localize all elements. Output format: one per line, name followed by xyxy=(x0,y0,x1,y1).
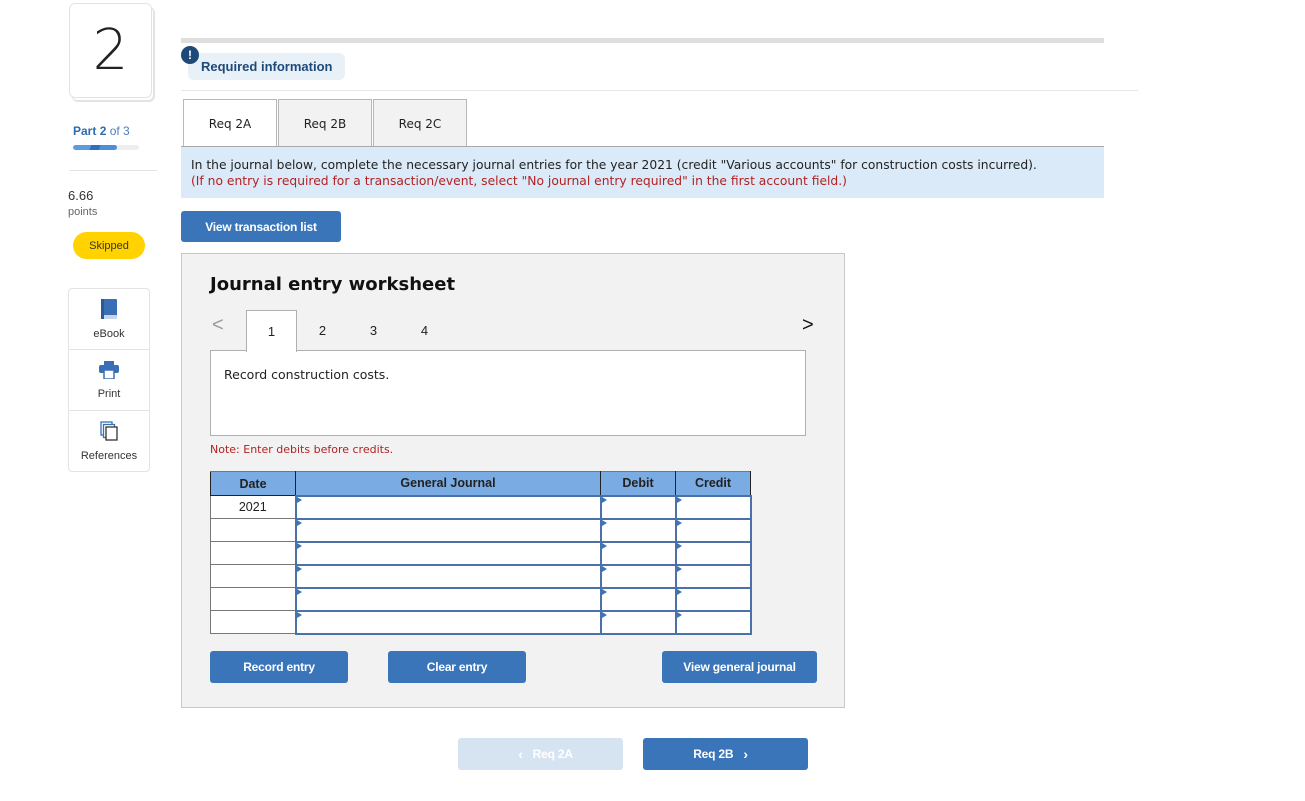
ebook-label: eBook xyxy=(93,327,125,340)
account-input[interactable] xyxy=(294,494,602,520)
print-label: Print xyxy=(97,387,121,400)
debits-note: Note: Enter debits before credits. xyxy=(210,443,394,456)
header-general-journal: General Journal xyxy=(295,471,601,496)
journal-table-header: Date General Journal Debit Credit xyxy=(210,471,751,496)
table-row: 2021 xyxy=(210,494,752,520)
part-prefix: Part xyxy=(73,124,97,138)
view-transaction-list-button[interactable]: View transaction list xyxy=(181,211,341,242)
references-label: References xyxy=(80,450,138,462)
worksheet-page-4[interactable]: 4 xyxy=(399,310,450,350)
chevron-left-icon[interactable]: < xyxy=(212,314,224,337)
references-button[interactable]: References xyxy=(69,411,149,472)
date-cell xyxy=(210,587,296,611)
journal-table: Date General Journal Debit Credit 2021 xyxy=(210,471,752,635)
credit-input[interactable] xyxy=(674,540,752,566)
date-cell xyxy=(210,610,296,634)
worksheet-page-2[interactable]: 2 xyxy=(297,310,348,350)
date-cell: 2021 xyxy=(210,495,296,519)
prev-requirement-label: Req 2A xyxy=(532,747,573,761)
printer-icon xyxy=(99,360,119,384)
debit-input[interactable] xyxy=(599,563,677,589)
credit-input[interactable] xyxy=(674,517,752,543)
credit-input[interactable] xyxy=(674,563,752,589)
chevron-right-icon[interactable]: > xyxy=(802,314,814,337)
table-row xyxy=(210,540,752,566)
worksheet-title: Journal entry worksheet xyxy=(210,274,456,295)
tools-panel: eBook Print References xyxy=(68,288,150,472)
worksheet-page-3[interactable]: 3 xyxy=(348,310,399,350)
table-row xyxy=(210,609,752,635)
part-of: of 3 xyxy=(109,124,130,138)
header-date: Date xyxy=(210,471,296,496)
account-input[interactable] xyxy=(294,586,602,612)
clear-entry-button[interactable]: Clear entry xyxy=(388,651,526,683)
debit-input[interactable] xyxy=(599,517,677,543)
tab-req-2a[interactable]: Req 2A xyxy=(183,99,277,147)
chevron-right-icon: › xyxy=(743,746,748,762)
account-input[interactable] xyxy=(294,563,602,589)
required-information-label[interactable]: Required information xyxy=(188,53,345,80)
journal-entry-worksheet: Journal entry worksheet < 1 2 3 4 > Reco… xyxy=(181,253,845,708)
view-general-journal-button[interactable]: View general journal xyxy=(662,651,817,683)
alert-icon: ! xyxy=(181,46,199,64)
references-icon xyxy=(100,421,118,446)
credit-input[interactable] xyxy=(674,609,752,635)
status-badge: Skipped xyxy=(73,232,145,259)
date-cell xyxy=(210,541,296,565)
part-progress-fill xyxy=(73,145,118,150)
date-cell xyxy=(210,518,296,542)
date-cell xyxy=(210,564,296,588)
book-icon xyxy=(100,298,118,324)
part-current: 2 xyxy=(99,124,107,138)
tab-req-2c[interactable]: Req 2C xyxy=(373,99,467,147)
part-progress-bar xyxy=(73,145,139,150)
next-requirement-label: Req 2B xyxy=(693,747,734,761)
debit-input[interactable] xyxy=(599,586,677,612)
account-input[interactable] xyxy=(294,517,602,543)
top-divider-bar xyxy=(181,38,1104,43)
instructions-panel: In the journal below, complete the neces… xyxy=(181,146,1104,198)
header-credit: Credit xyxy=(675,471,751,496)
tab-req-2b[interactable]: Req 2B xyxy=(278,99,372,147)
credit-input[interactable] xyxy=(674,586,752,612)
header-debit: Debit xyxy=(600,471,676,496)
print-button[interactable]: Print xyxy=(69,350,149,411)
debit-input[interactable] xyxy=(599,494,677,520)
instructions-note: (If no entry is required for a transacti… xyxy=(191,174,847,188)
next-requirement-button[interactable]: Req 2B › xyxy=(643,738,808,770)
account-input[interactable] xyxy=(294,540,602,566)
record-entry-button[interactable]: Record entry xyxy=(210,651,348,683)
header-separator xyxy=(181,90,1138,91)
table-row xyxy=(210,563,752,589)
transaction-description: Record construction costs. xyxy=(210,350,806,436)
worksheet-page-1[interactable]: 1 xyxy=(246,310,297,352)
account-input[interactable] xyxy=(294,609,602,635)
instructions-text: In the journal below, complete the neces… xyxy=(191,158,1037,172)
question-number-card: 2 xyxy=(69,3,152,98)
credit-input[interactable] xyxy=(674,494,752,520)
debit-input[interactable] xyxy=(599,540,677,566)
chevron-left-icon: ‹ xyxy=(518,746,523,762)
question-number: 2 xyxy=(92,17,129,83)
table-row xyxy=(210,517,752,543)
table-row xyxy=(210,586,752,612)
worksheet-pagination: 1 2 3 4 xyxy=(246,310,450,352)
requirement-tabs: Req 2A Req 2B Req 2C xyxy=(183,99,468,147)
ebook-button[interactable]: eBook xyxy=(69,289,149,350)
prev-requirement-button[interactable]: ‹ Req 2A xyxy=(458,738,623,770)
sidebar-divider xyxy=(69,170,157,171)
debit-input[interactable] xyxy=(599,609,677,635)
part-indicator: Part 2 of 3 xyxy=(73,124,130,138)
points-value: 6.66 xyxy=(68,188,94,203)
points-label: points xyxy=(68,206,98,218)
